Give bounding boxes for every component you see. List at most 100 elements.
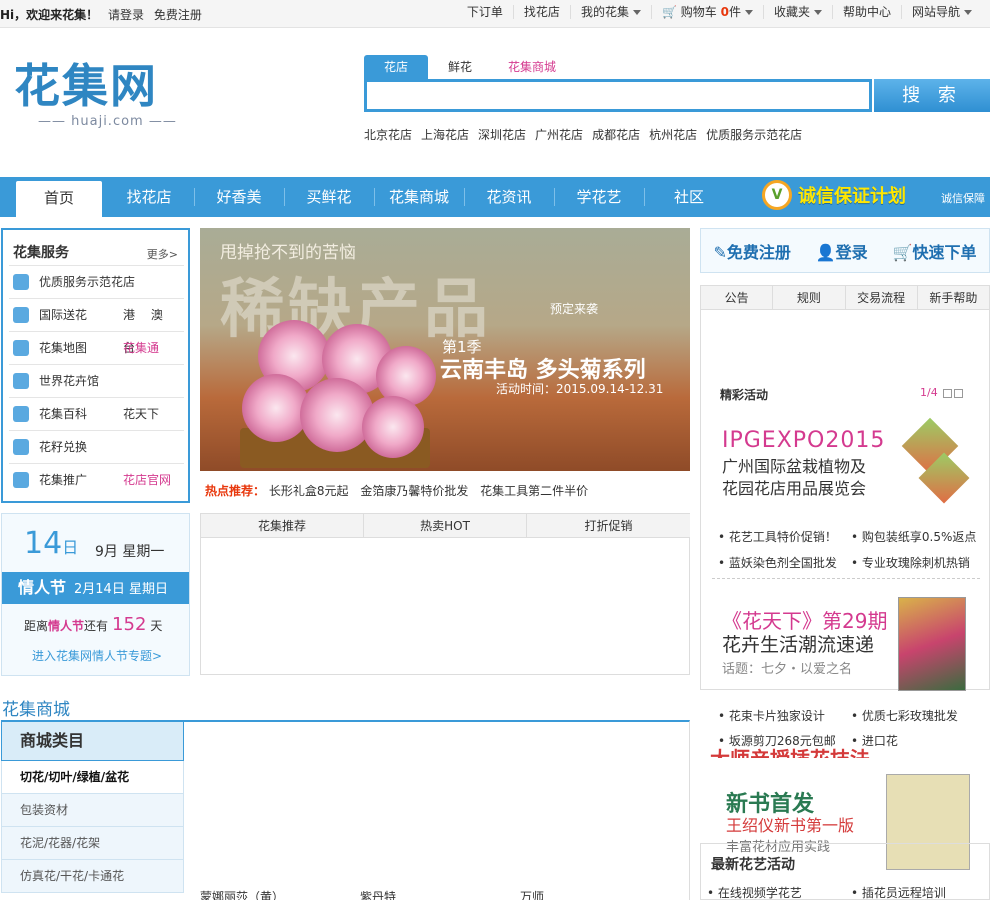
city-link[interactable]: 深圳花店 bbox=[478, 126, 526, 143]
login-button[interactable]: 👤登录 bbox=[816, 239, 868, 263]
search-tab-flowers[interactable]: 鲜花 bbox=[428, 55, 492, 79]
expo-subtitle: 广州国际盆栽植物及 花园花店用品展览会 bbox=[722, 457, 867, 498]
services-title: 花集服务 bbox=[13, 245, 69, 261]
hot-recommend-link[interactable]: 长形礼盒8元起 bbox=[269, 484, 349, 498]
service-row[interactable]: 花籽兑换 bbox=[9, 430, 184, 463]
festival-name: 情人节 bbox=[18, 578, 67, 597]
quick-order-button[interactable]: 🛒快速下单 bbox=[893, 239, 977, 263]
cart-menu[interactable]: 🛒 购物车 0件 bbox=[650, 5, 763, 19]
festival-topic-link[interactable]: 进入花集网情人节专题> bbox=[32, 647, 162, 664]
logo-cn: 花集网 bbox=[14, 59, 158, 113]
nav-fragrance[interactable]: 好香美 bbox=[194, 177, 284, 217]
search-tab-shop[interactable]: 花店 bbox=[364, 55, 428, 79]
city-link[interactable]: 上海花店 bbox=[421, 126, 469, 143]
service-extra[interactable]: 花天下 bbox=[123, 398, 159, 431]
expo-title[interactable]: IPGEXPO2015 bbox=[722, 428, 885, 453]
favorites-menu[interactable]: 收藏夹 bbox=[762, 5, 832, 19]
search-button[interactable]: 搜 索 bbox=[874, 79, 990, 112]
register-link[interactable]: 免费注册 bbox=[154, 8, 202, 22]
activity-link[interactable]: • 蓝妖染色剂全国批发 bbox=[718, 554, 837, 571]
nav-buy-flowers[interactable]: 买鲜花 bbox=[284, 177, 374, 217]
nav-news[interactable]: 花资讯 bbox=[464, 177, 554, 217]
site-logo[interactable]: 花集网 —— huaji.com —— bbox=[14, 58, 194, 138]
order-link[interactable]: 下订单 bbox=[457, 5, 513, 19]
hot-recommend: 热点推荐： 长形礼盒8元起 金箔康乃馨特价批发 花集工具第二件半价 bbox=[205, 482, 596, 499]
nav-home[interactable]: 首页 bbox=[16, 181, 102, 217]
magazine-subtitle: 花卉生活潮流速递 bbox=[722, 634, 875, 656]
city-link[interactable]: 优质服务示范花店 bbox=[706, 126, 802, 143]
promo-banner[interactable]: 甩掉抢不到的苦恼 稀缺产品 预定来袭 第1季 云南丰岛 多头菊系列 活动时间：2… bbox=[200, 228, 690, 471]
activity-link[interactable]: • 花艺工具特价促销！ bbox=[718, 528, 837, 545]
trust-badge-icon: V bbox=[762, 180, 792, 210]
service-row[interactable]: 花集推广 花店官网 bbox=[9, 463, 184, 496]
cart-label: 购物车 bbox=[680, 5, 717, 19]
divider bbox=[712, 578, 980, 579]
services-panel: 花集服务 更多> 优质服务示范花店 国际送花港 澳 台 花集地图 花集通 世界花卉… bbox=[1, 228, 190, 503]
activity-title: 精彩活动 bbox=[720, 388, 769, 402]
service-row[interactable]: 花集百科 花天下 bbox=[9, 397, 184, 430]
search-tabs: 花店 鲜花 花集商城 bbox=[364, 55, 572, 79]
calendar-day: 14日 bbox=[24, 526, 79, 561]
nav-mall[interactable]: 花集商城 bbox=[374, 177, 464, 217]
activity-link[interactable]: • 插花员远程培训 bbox=[851, 884, 946, 900]
service-extra[interactable]: 花集通 bbox=[123, 332, 159, 365]
trust-side-link[interactable]: 诚信保障 bbox=[941, 190, 985, 206]
category-item[interactable]: 包装资材 bbox=[1, 794, 184, 827]
tab-recommend[interactable]: 花集推荐 bbox=[201, 514, 364, 538]
chrysanthemum-image bbox=[300, 378, 374, 452]
find-shop-link[interactable]: 找花店 bbox=[512, 5, 570, 19]
magazine-cover-image[interactable] bbox=[898, 597, 966, 691]
tab-rules[interactable]: 规则 bbox=[773, 286, 846, 309]
prev-icon[interactable] bbox=[943, 388, 953, 398]
service-label: 花集地图 bbox=[39, 341, 88, 355]
mall-section-title[interactable]: 花集商城 bbox=[2, 695, 70, 720]
site-nav-label: 网站导航 bbox=[911, 5, 960, 19]
register-button[interactable]: ✎免费注册 bbox=[713, 239, 790, 263]
tab-process[interactable]: 交易流程 bbox=[846, 286, 918, 309]
city-link[interactable]: 杭州花店 bbox=[649, 126, 697, 143]
service-row[interactable]: 世界花卉馆 bbox=[9, 364, 184, 397]
globe-icon bbox=[13, 307, 29, 323]
category-item[interactable]: 切花/切叶/绿植/盆花 bbox=[1, 761, 184, 794]
services-more-link[interactable]: 更多> bbox=[147, 246, 178, 262]
trust-plan[interactable]: V 诚信保证计划 bbox=[762, 180, 906, 210]
help-link[interactable]: 帮助中心 bbox=[831, 5, 901, 19]
city-link[interactable]: 北京花店 bbox=[364, 126, 412, 143]
search-input[interactable] bbox=[364, 79, 872, 112]
service-extra[interactable]: 花店官网 bbox=[123, 464, 171, 497]
activity-link[interactable]: • 专业玫瑰除刺机热销 bbox=[851, 554, 970, 571]
top-links: 下订单 找花店 我的花集 🛒 购物车 0件 收藏夹 帮助中心 网站导航 bbox=[457, 5, 982, 19]
next-icon[interactable] bbox=[954, 388, 964, 398]
product-name[interactable]: 紫丹特 bbox=[360, 888, 396, 900]
city-link[interactable]: 成都花店 bbox=[592, 126, 640, 143]
nav-community[interactable]: 社区 bbox=[644, 177, 734, 217]
city-link[interactable]: 广州花店 bbox=[535, 126, 583, 143]
product-name[interactable]: 万师 bbox=[520, 888, 544, 900]
my-huaji-menu[interactable]: 我的花集 bbox=[569, 5, 651, 19]
category-item[interactable]: 花泥/花器/花架 bbox=[1, 827, 184, 860]
my-huaji-label: 我的花集 bbox=[580, 5, 629, 19]
category-item[interactable]: 仿真花/干花/卡通花 bbox=[1, 860, 184, 893]
service-row[interactable]: 优质服务示范花店 bbox=[9, 265, 184, 298]
festival-calendar: 14日 9月 星期一 情人节 2月14日 星期日 距离情人节还有 152 天 进入花集… bbox=[1, 513, 190, 676]
activity-link[interactable]: • 购包装纸享0.5%返点 bbox=[851, 528, 976, 545]
tab-help[interactable]: 新手帮助 bbox=[918, 286, 989, 309]
hot-recommend-link[interactable]: 花集工具第二件半价 bbox=[480, 484, 588, 498]
service-row[interactable]: 花集地图 花集通 bbox=[9, 331, 184, 364]
product-name[interactable]: 蒙娜丽莎（黄） bbox=[200, 888, 284, 900]
chrysanthemum-image bbox=[362, 396, 424, 458]
site-nav-menu[interactable]: 网站导航 bbox=[900, 5, 982, 19]
hot-recommend-link[interactable]: 金箔康乃馨特价批发 bbox=[360, 484, 468, 498]
nav-find-shop[interactable]: 找花店 bbox=[104, 177, 194, 217]
activity-link[interactable]: • 优质七彩玫瑰批发 bbox=[851, 707, 958, 724]
tab-notice[interactable]: 公告 bbox=[701, 286, 774, 309]
nav-learn[interactable]: 学花艺 bbox=[554, 177, 644, 217]
tab-discount[interactable]: 打折促销 bbox=[527, 514, 690, 538]
tab-hot[interactable]: 热卖HOT bbox=[364, 514, 527, 538]
login-link[interactable]: 请登录 bbox=[108, 8, 144, 22]
service-row[interactable]: 国际送花港 澳 台 bbox=[9, 298, 184, 355]
activity-link[interactable]: • 花束卡片独家设计 bbox=[718, 707, 825, 724]
search-tab-mall[interactable]: 花集商城 bbox=[492, 55, 572, 79]
chevron-down-icon bbox=[964, 10, 972, 15]
activity-link[interactable]: • 在线视频学花艺 bbox=[707, 884, 802, 900]
